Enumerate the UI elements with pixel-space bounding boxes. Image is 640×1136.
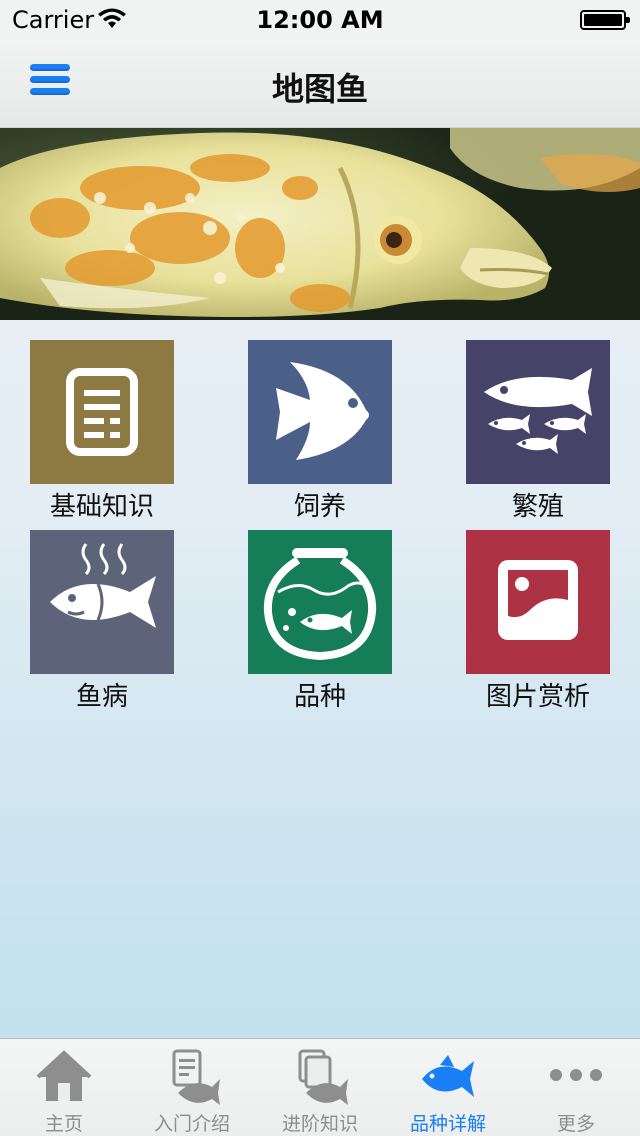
tab-intro[interactable]: 入门介绍 (128, 1039, 256, 1136)
tile-feeding[interactable] (248, 340, 392, 484)
tile-picture-gallery[interactable] (466, 530, 610, 674)
tab-label-more: 更多 (556, 1113, 595, 1135)
tab-bar: 主页 入门介绍 进阶知识 品种详解 更多 (0, 1038, 640, 1136)
tile-label-picture-gallery: 图片赏析 (485, 682, 590, 712)
tab-label-home: 主页 (44, 1113, 83, 1135)
battery-icon (580, 10, 630, 30)
tile-label-species: 品种 (293, 682, 346, 712)
tile-basic-knowledge[interactable] (30, 340, 174, 484)
tab-label-species-detail: 品种详解 (409, 1113, 486, 1135)
fish-icon (422, 1055, 474, 1097)
tab-advanced[interactable]: 进阶知识 (256, 1039, 384, 1136)
tile-label-basic-knowledge: 基础知识 (49, 492, 154, 522)
tile-label-fish-disease: 鱼病 (75, 682, 128, 712)
clock: 12:00 AM (256, 6, 384, 34)
tab-more[interactable]: 更多 (512, 1039, 640, 1136)
status-bar: Carrier 12:00 AM (0, 0, 640, 40)
banner-image (0, 128, 640, 320)
tab-label-advanced: 进阶知识 (281, 1113, 358, 1135)
picture-icon (498, 560, 578, 640)
home-icon (36, 1050, 92, 1101)
more-dots-icon (550, 1069, 602, 1081)
tab-species-detail[interactable]: 品种详解 (384, 1039, 512, 1136)
tab-home[interactable]: 主页 (0, 1039, 128, 1136)
advanced-knowledge-fish-icon (298, 1049, 348, 1105)
navigation-bar: 地图鱼 (0, 40, 640, 128)
tab-label-intro: 入门介绍 (153, 1113, 230, 1135)
oscar-fish-photo (0, 128, 640, 320)
tile-label-breeding: 繁殖 (511, 492, 564, 522)
tile-breeding[interactable] (466, 340, 610, 484)
page-title: 地图鱼 (271, 70, 368, 108)
tile-label-feeding: 饲养 (293, 492, 346, 522)
tile-species[interactable] (248, 530, 392, 674)
intro-doc-fish-icon (172, 1049, 220, 1105)
tile-fish-disease[interactable] (30, 530, 174, 674)
